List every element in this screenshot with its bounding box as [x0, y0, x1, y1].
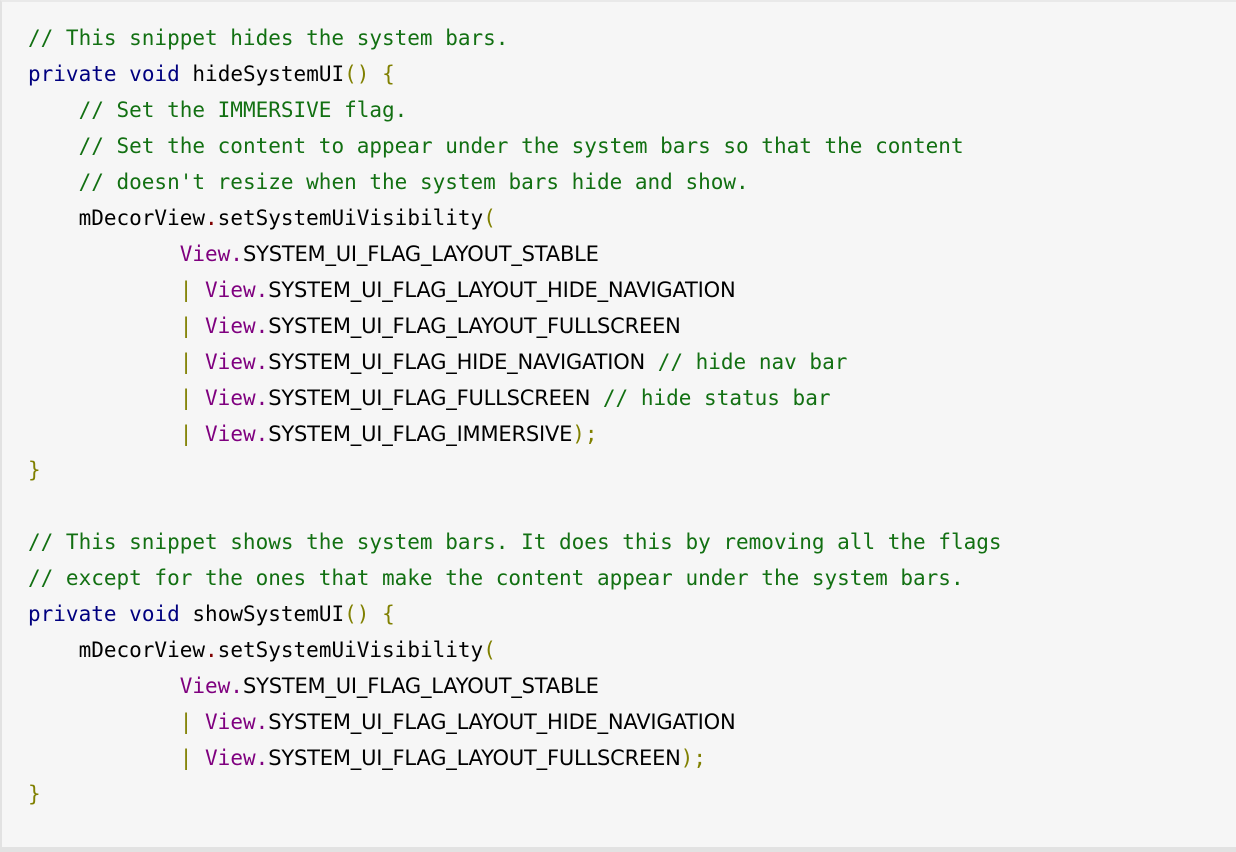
code-line: } [2, 776, 1236, 812]
code-line: | View.SYSTEM_UI_FLAG_LAYOUT_FULLSCREEN [2, 308, 1236, 344]
open-paren: ( [483, 638, 496, 662]
code-line: | View.SYSTEM_UI_FLAG_LAYOUT_HIDE_NAVIGA… [2, 704, 1236, 740]
code-snippet-block: // This snippet hides the system bars. pr… [0, 0, 1236, 852]
comment-text: // except for the ones that make the con… [28, 566, 964, 590]
code-line: private void showSystemUI() { [2, 596, 1236, 632]
constant-flag: SYSTEM_UI_FLAG_LAYOUT_HIDE_NAVIGATION [268, 710, 736, 734]
member-dot: . [230, 674, 243, 698]
comment-text: // Set the content to appear under the s… [78, 134, 964, 158]
code-line: | View.SYSTEM_UI_FLAG_IMMERSIVE); [2, 416, 1236, 452]
constant-flag: SYSTEM_UI_FLAG_HIDE_NAVIGATION [268, 350, 646, 374]
object-reference: mDecorView [78, 638, 206, 662]
constant-flag: SYSTEM_UI_FLAG_IMMERSIVE [268, 422, 573, 446]
close-brace: } [28, 458, 41, 482]
code-line: } [2, 452, 1236, 488]
parentheses: () [344, 602, 370, 626]
bitwise-or-operator: | [179, 710, 193, 734]
comment-text: // doesn't resize when the system bars h… [78, 170, 749, 194]
open-brace: { [382, 602, 395, 626]
class-reference: View [205, 350, 256, 374]
code-line: // doesn't resize when the system bars h… [2, 164, 1236, 200]
method-name: showSystemUI [192, 602, 345, 626]
method-name: hideSystemUI [192, 62, 345, 86]
code-line: View.SYSTEM_UI_FLAG_LAYOUT_STABLE [2, 668, 1236, 704]
inline-comment: // hide status bar [602, 386, 831, 410]
member-dot: . [255, 314, 269, 338]
method-call: setSystemUiVisibility [217, 638, 484, 662]
object-reference: mDecorView [78, 206, 206, 230]
bitwise-or-operator: | [179, 278, 193, 302]
close-paren-semicolon: ); [680, 746, 706, 770]
member-dot: . [230, 242, 243, 266]
keyword-void: void [129, 602, 180, 626]
constant-flag: SYSTEM_UI_FLAG_LAYOUT_STABLE [242, 674, 599, 698]
comment-text: // Set the IMMERSIVE flag. [78, 98, 408, 122]
constant-flag: SYSTEM_UI_FLAG_LAYOUT_FULLSCREEN [268, 746, 681, 770]
class-reference: View [205, 422, 256, 446]
member-dot: . [255, 350, 269, 374]
open-paren: ( [483, 206, 496, 230]
class-reference: View [179, 674, 231, 698]
class-reference: View [179, 242, 231, 266]
constant-flag: SYSTEM_UI_FLAG_FULLSCREEN [268, 386, 591, 410]
parentheses: () [344, 62, 370, 86]
bitwise-or-operator: | [179, 386, 193, 410]
method-call: setSystemUiVisibility [217, 206, 484, 230]
keyword-private: private [28, 602, 117, 626]
code-line: // Set the content to appear under the s… [2, 128, 1236, 164]
code-line: | View.SYSTEM_UI_FLAG_LAYOUT_FULLSCREEN)… [2, 740, 1236, 776]
member-dot: . [255, 746, 269, 770]
member-dot: . [255, 278, 269, 302]
keyword-private: private [28, 62, 117, 86]
member-dot: . [205, 638, 218, 662]
bitwise-or-operator: | [179, 350, 193, 374]
code-line: | View.SYSTEM_UI_FLAG_LAYOUT_HIDE_NAVIGA… [2, 272, 1236, 308]
code-line: private void hideSystemUI() { [2, 56, 1236, 92]
code-line: | View.SYSTEM_UI_FLAG_FULLSCREEN // hide… [2, 380, 1236, 416]
constant-flag: SYSTEM_UI_FLAG_LAYOUT_FULLSCREEN [268, 314, 681, 338]
code-line: // Set the IMMERSIVE flag. [2, 92, 1236, 128]
constant-flag: SYSTEM_UI_FLAG_LAYOUT_HIDE_NAVIGATION [268, 278, 736, 302]
constant-flag: SYSTEM_UI_FLAG_LAYOUT_STABLE [242, 242, 599, 266]
close-paren-semicolon: ); [572, 422, 598, 446]
code-line: | View.SYSTEM_UI_FLAG_HIDE_NAVIGATION //… [2, 344, 1236, 380]
member-dot: . [205, 206, 218, 230]
close-brace: } [28, 782, 41, 806]
bitwise-or-operator: | [179, 422, 193, 446]
code-line: // except for the ones that make the con… [2, 560, 1236, 596]
member-dot: . [255, 386, 269, 410]
keyword-void: void [129, 62, 180, 86]
comment-text: // This snippet hides the system bars. [28, 26, 509, 50]
class-reference: View [205, 710, 256, 734]
inline-comment: // hide nav bar [657, 350, 848, 374]
member-dot: . [255, 422, 269, 446]
code-line: // This snippet hides the system bars. [2, 20, 1236, 56]
code-line: mDecorView.setSystemUiVisibility( [2, 200, 1236, 236]
code-line: // This snippet shows the system bars. I… [2, 524, 1236, 560]
bitwise-or-operator: | [179, 314, 193, 338]
code-content[interactable]: // This snippet hides the system bars. pr… [2, 20, 1236, 848]
code-line: mDecorView.setSystemUiVisibility( [2, 632, 1236, 668]
bitwise-or-operator: | [179, 746, 193, 770]
class-reference: View [205, 386, 256, 410]
class-reference: View [205, 314, 256, 338]
open-brace: { [382, 62, 395, 86]
member-dot: . [255, 710, 269, 734]
class-reference: View [205, 746, 256, 770]
comment-text: // This snippet shows the system bars. I… [28, 530, 1002, 554]
class-reference: View [205, 278, 256, 302]
code-line: View.SYSTEM_UI_FLAG_LAYOUT_STABLE [2, 236, 1236, 272]
